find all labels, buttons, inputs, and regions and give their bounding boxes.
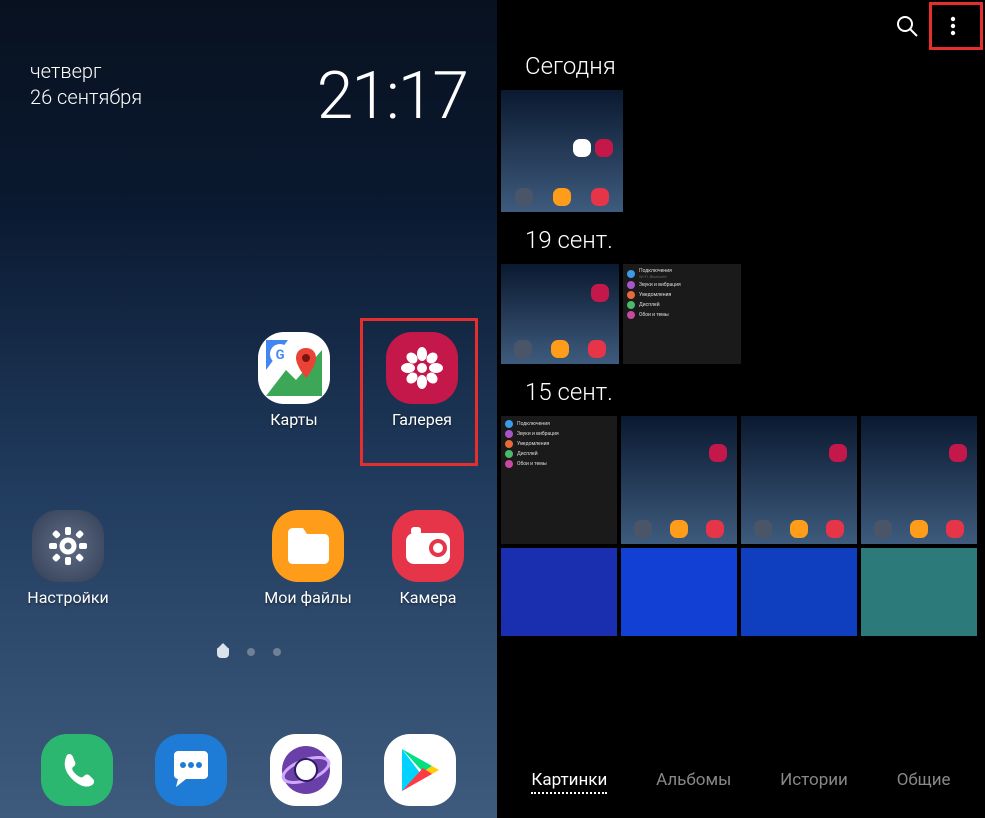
- app-files[interactable]: Мои файлы: [258, 510, 358, 607]
- app-label: Камера: [399, 588, 456, 607]
- app-label: Настройки: [27, 588, 108, 607]
- settings-item: Уведомления: [639, 292, 671, 298]
- settings-item: Обои и темы: [639, 312, 669, 318]
- section-sept19: 19 сент.: [497, 212, 985, 264]
- app-row-2: Настройки Мои файлы Камера: [8, 510, 488, 607]
- tab-pictures[interactable]: Картинки: [531, 770, 607, 794]
- more-icon[interactable]: [941, 14, 965, 38]
- thumb-row-today: [497, 90, 985, 212]
- section-sept15: 15 сент.: [497, 364, 985, 416]
- app-label: Мои файлы: [264, 588, 352, 607]
- settings-item: Обои и темы: [517, 461, 547, 467]
- settings-item: Дисплей: [639, 302, 660, 308]
- app-gallery[interactable]: Галерея: [368, 332, 476, 429]
- browser-icon: [270, 734, 342, 806]
- page-indicator: [0, 648, 497, 658]
- thumbnail[interactable]: ПодключенияWi-Fi, Bluetooth Звуки и вибр…: [623, 264, 741, 364]
- date-block: четверг 26 сентября: [30, 58, 142, 110]
- thumbnail[interactable]: [741, 548, 857, 636]
- maps-icon: G: [258, 332, 330, 404]
- thumbnail[interactable]: [741, 416, 857, 544]
- tab-stories[interactable]: Истории: [780, 770, 848, 794]
- settings-item: Звуки и вибрация: [639, 282, 681, 288]
- thumbnail[interactable]: [501, 264, 619, 364]
- app-settings[interactable]: Настройки: [18, 510, 118, 607]
- status-row: четверг 26 сентября 21:17: [0, 0, 497, 135]
- thumbnail[interactable]: [621, 416, 737, 544]
- thumbnail[interactable]: [501, 548, 617, 636]
- thumbnail[interactable]: [501, 90, 623, 212]
- app-maps[interactable]: G Карты: [240, 332, 348, 429]
- gallery-tabs: Картинки Альбомы Истории Общие: [497, 752, 985, 818]
- dock-play[interactable]: [366, 734, 474, 806]
- thumb-row-sept15: Подключения Звуки и вибрация Уведомления…: [497, 416, 985, 636]
- svg-text:G: G: [276, 348, 285, 363]
- app-label: Галерея: [392, 410, 452, 429]
- app-row-1: G Карты: [240, 332, 476, 429]
- section-today: Сегодня: [497, 38, 985, 90]
- date: 26 сентября: [30, 84, 142, 110]
- gallery-screen: Сегодня 19 сент. ПодключенияWi-Fi, Bluet…: [497, 0, 985, 818]
- settings-item: Звуки и вибрация: [517, 431, 559, 437]
- page-dot[interactable]: [273, 648, 281, 656]
- thumbnail[interactable]: [621, 548, 737, 636]
- phone-icon: [41, 734, 113, 806]
- app-label: Карты: [270, 410, 317, 429]
- tab-albums[interactable]: Альбомы: [656, 770, 731, 794]
- gallery-actionbar: [497, 0, 985, 38]
- search-icon[interactable]: [895, 14, 919, 38]
- home-screen: четверг 26 сентября 21:17 G Карты: [0, 0, 497, 818]
- thumbnail[interactable]: [861, 548, 977, 636]
- files-icon: [272, 510, 344, 582]
- dock-phone[interactable]: [23, 734, 131, 806]
- clock: 21:17: [317, 58, 467, 135]
- settings-item: Подключения: [517, 421, 550, 427]
- messages-icon: [155, 734, 227, 806]
- tab-shared[interactable]: Общие: [897, 770, 951, 794]
- home-page-dot[interactable]: [217, 648, 229, 658]
- camera-icon: [392, 510, 464, 582]
- thumbnail[interactable]: Подключения Звуки и вибрация Уведомления…: [501, 416, 617, 544]
- thumb-row-sept19: ПодключенияWi-Fi, Bluetooth Звуки и вибр…: [497, 264, 985, 364]
- gallery-icon: [386, 332, 458, 404]
- dock-browser[interactable]: [252, 734, 360, 806]
- play-icon: [384, 734, 456, 806]
- settings-item: Дисплей: [517, 451, 538, 457]
- dock: [0, 734, 497, 806]
- page-dot[interactable]: [247, 648, 255, 656]
- dock-messages[interactable]: [137, 734, 245, 806]
- settings-icon: [32, 510, 104, 582]
- weekday: четверг: [30, 58, 142, 84]
- thumbnail[interactable]: [861, 416, 977, 544]
- app-camera[interactable]: Камера: [378, 510, 478, 607]
- settings-item: Уведомления: [517, 441, 549, 447]
